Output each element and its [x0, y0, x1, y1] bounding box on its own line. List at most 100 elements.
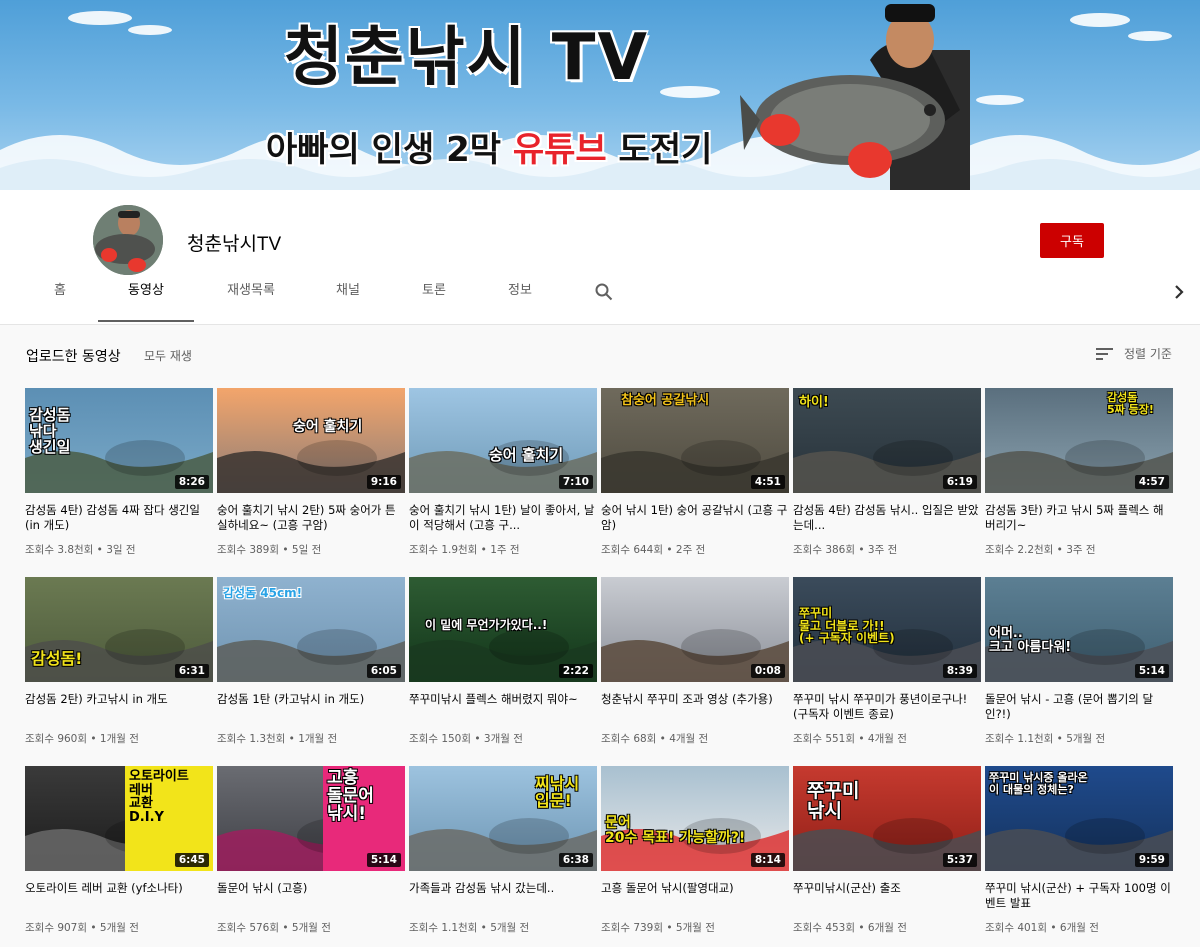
thumbnail-text: 감성돔 낚다 생긴일 [29, 406, 71, 456]
video-title[interactable]: 쭈꾸미 낚시 쭈꾸미가 풍년이로구나! (구독자 이벤트 종료) [793, 692, 981, 722]
video-duration: 5:37 [942, 853, 977, 867]
video-title[interactable]: 돌문어 낚시 - 고흥 (문어 뽑기의 달인?!) [985, 692, 1173, 722]
video-duration: 9:16 [366, 475, 401, 489]
video-duration: 6:45 [174, 853, 209, 867]
video-meta: 조회수 68회 • 4개월 전 [601, 733, 709, 745]
video-meta: 조회수 386회 • 3주 전 [793, 544, 898, 556]
video-card[interactable]: 하이! 6:19 감성돔 4탄) 감성돔 낚시.. 입질은 받았는데... 조회수 3… [793, 388, 981, 557]
video-title[interactable]: 쭈꾸미낚시(군산) 출조 [793, 881, 981, 911]
tab-playlists[interactable]: 재생목록 [212, 280, 290, 322]
video-card[interactable]: 숭어 훌치기 7:10 숭어 훌치기 낚시 1탄) 날이 좋아서, 날이 적당해서 … [409, 388, 597, 557]
video-thumbnail[interactable]: 문어 20수 목표! 가능할까?! 8:14 [601, 766, 789, 871]
video-title[interactable]: 감성돔 4탄) 감성돔 4짜 잡다 생긴일 (in 개도) [25, 503, 213, 533]
video-thumbnail[interactable]: 숭어 훌치기 9:16 [217, 388, 405, 493]
video-duration: 8:14 [750, 853, 785, 867]
video-duration: 5:14 [366, 853, 401, 867]
video-title[interactable]: 쭈꾸미 낚시(군산) + 구독자 100명 이벤트 발표 [985, 881, 1173, 911]
chevron-right-icon[interactable] [1172, 283, 1186, 301]
video-thumbnail[interactable]: 고흥 돌문어 낚시! 5:14 [217, 766, 405, 871]
thumbnail-text: 쭈꾸미 물고 더블로 가!! (+ 구독자 이벤트) [799, 606, 895, 646]
video-title[interactable]: 쭈꾸미낚시 플렉스 해버렸지 뭐야~ [409, 692, 597, 722]
channel-avatar[interactable] [93, 205, 163, 275]
video-card[interactable]: 감성돔! 6:31 감성돔 2탄) 카고낚시 in 개도조회수 960회 • 1개월… [25, 577, 213, 746]
tab-videos[interactable]: 동영상 [98, 280, 194, 322]
video-meta: 조회수 960회 • 1개월 전 [25, 733, 139, 745]
video-card[interactable]: 찌낚시 입문! 6:38 가족들과 감성돔 낚시 갔는데.. 조회수 1.1천회 • … [409, 766, 597, 935]
sort-button[interactable]: 정렬 기준 [1096, 345, 1172, 362]
video-card[interactable]: 참숭어 공갈낚시 4:51 숭어 낚시 1탄) 숭어 공갈낚시 (고흥 구암) 조회수… [601, 388, 789, 557]
video-thumbnail[interactable]: 오토라이트 레버 교환 D.I.Y 6:45 [25, 766, 213, 871]
thumbnail-text: 찌낚시 입문! [535, 774, 580, 810]
video-duration: 4:57 [1134, 475, 1169, 489]
video-duration: 6:38 [558, 853, 593, 867]
video-meta: 조회수 576회 • 5개월 전 [217, 922, 331, 934]
video-thumbnail[interactable]: 감성돔 45cm! 6:05 [217, 577, 405, 682]
video-title[interactable]: 오토라이트 레버 교환 (yf소나타) [25, 881, 213, 911]
video-meta: 조회수 739회 • 5개월 전 [601, 922, 715, 934]
video-thumbnail[interactable]: 하이! 6:19 [793, 388, 981, 493]
thumbnail-text: 감성돔 5짜 등장! [1107, 391, 1154, 416]
thumbnail-text: 감성돔! [31, 649, 83, 668]
video-card[interactable]: 오토라이트 레버 교환 D.I.Y 6:45 오토라이트 레버 교환 (yf소나타)… [25, 766, 213, 935]
video-duration: 6:31 [174, 664, 209, 678]
video-title[interactable]: 청춘낚시 쭈꾸미 조과 영상 (추가용) [601, 692, 789, 722]
subscribe-button[interactable]: 구독 [1040, 223, 1104, 258]
video-meta: 조회수 389회 • 5일 전 [217, 544, 322, 556]
thumbnail-text: 고흥 돌문어 낚시! [327, 768, 374, 824]
video-card[interactable]: 감성돔 낚다 생긴일 8:26 감성돔 4탄) 감성돔 4짜 잡다 생긴일 (in … [25, 388, 213, 557]
video-title[interactable]: 숭어 훌치기 낚시 1탄) 날이 좋아서, 날이 적당해서 (고흥 구... [409, 503, 597, 533]
video-thumbnail[interactable]: 쭈꾸미 물고 더블로 가!! (+ 구독자 이벤트) 8:39 [793, 577, 981, 682]
video-card[interactable]: 어머.. 크고 아름다워! 5:14 돌문어 낚시 - 고흥 (문어 뽑기의 달인?… [985, 577, 1173, 746]
video-thumbnail[interactable]: 숭어 훌치기 7:10 [409, 388, 597, 493]
thumbnail-text: 쭈꾸미 낚시중 올라온 이 대물의 정체는? [989, 771, 1088, 796]
tab-about[interactable]: 정보 [494, 280, 546, 322]
play-all-link[interactable]: 모두 재생 [144, 347, 192, 364]
video-thumbnail[interactable]: 0:08 [601, 577, 789, 682]
channel-tabs: 홈 동영상 재생목록 채널 토론 정보 [0, 280, 1200, 324]
video-duration: 7:10 [558, 475, 593, 489]
video-thumbnail[interactable]: 쭈꾸미 낚시 5:37 [793, 766, 981, 871]
video-card[interactable]: 감성돔 5짜 등장! 4:57 감성돔 3탄) 카고 낚시 5짜 플렉스 해버리기~… [985, 388, 1173, 557]
video-duration: 8:39 [942, 664, 977, 678]
video-thumbnail[interactable]: 감성돔! 6:31 [25, 577, 213, 682]
video-duration: 8:26 [174, 475, 209, 489]
video-title[interactable]: 가족들과 감성돔 낚시 갔는데.. [409, 881, 597, 911]
video-card[interactable]: 감성돔 45cm! 6:05 감성돔 1탄 (카고낚시 in 개도) 조회수 1.3천… [217, 577, 405, 746]
video-card[interactable]: 0:08 청춘낚시 쭈꾸미 조과 영상 (추가용) 조회수 68회 • 4개월 전 [601, 577, 789, 746]
video-thumbnail[interactable]: 감성돔 5짜 등장! 4:57 [985, 388, 1173, 493]
video-title[interactable]: 숭어 훌치기 낚시 2탄) 5짜 숭어가 튼실하네요~ (고흥 구암) [217, 503, 405, 533]
video-meta: 조회수 2.2천회 • 3주 전 [985, 544, 1096, 556]
video-thumbnail[interactable]: 참숭어 공갈낚시 4:51 [601, 388, 789, 493]
video-thumbnail[interactable]: 이 밑에 무언가가있다..! 2:22 [409, 577, 597, 682]
video-thumbnail[interactable]: 찌낚시 입문! 6:38 [409, 766, 597, 871]
video-card[interactable]: 문어 20수 목표! 가능할까?! 8:14 고흥 돌문어 낚시(팔영대교) 조회수 … [601, 766, 789, 935]
video-thumbnail[interactable]: 감성돔 낚다 생긴일 8:26 [25, 388, 213, 493]
tab-discussion[interactable]: 토론 [408, 280, 460, 322]
video-thumbnail[interactable]: 어머.. 크고 아름다워! 5:14 [985, 577, 1173, 682]
video-meta: 조회수 1.1천회 • 5개월 전 [985, 733, 1106, 745]
video-card[interactable]: 고흥 돌문어 낚시! 5:14 돌문어 낚시 (고흥) 조회수 576회 • 5개월 … [217, 766, 405, 935]
thumbnail-text: 쭈꾸미 낚시 [807, 780, 860, 822]
video-duration: 4:51 [750, 475, 785, 489]
video-title[interactable]: 돌문어 낚시 (고흥) [217, 881, 405, 911]
video-title[interactable]: 숭어 낚시 1탄) 숭어 공갈낚시 (고흥 구암) [601, 503, 789, 533]
video-title[interactable]: 감성돔 3탄) 카고 낚시 5짜 플렉스 해버리기~ [985, 503, 1173, 533]
video-thumbnail[interactable]: 쭈꾸미 낚시중 올라온 이 대물의 정체는? 9:59 [985, 766, 1173, 871]
video-title[interactable]: 감성돔 2탄) 카고낚시 in 개도 [25, 692, 213, 722]
tab-home[interactable]: 홈 [40, 280, 80, 322]
banner-angler-with-fish-image [740, 4, 970, 190]
banner-subtitle-highlight: 유튜브 [512, 130, 607, 170]
tab-channels[interactable]: 채널 [322, 280, 374, 322]
video-title[interactable]: 감성돔 4탄) 감성돔 낚시.. 입질은 받았는데... [793, 503, 981, 533]
video-card[interactable]: 이 밑에 무언가가있다..! 2:22 쭈꾸미낚시 플렉스 해버렸지 뭐야~ 조회수 … [409, 577, 597, 746]
video-card[interactable]: 쭈꾸미 물고 더블로 가!! (+ 구독자 이벤트) 8:39 쭈꾸미 낚시 쭈꾸미… [793, 577, 981, 746]
banner-subtitle: 아빠의 인생 2막 유튜브 도전기 [266, 122, 712, 171]
video-card[interactable]: 쭈꾸미 낚시 5:37 쭈꾸미낚시(군산) 출조 조회수 453회 • 6개월 전 [793, 766, 981, 935]
video-meta: 조회수 1.1천회 • 5개월 전 [409, 922, 530, 934]
video-title[interactable]: 감성돔 1탄 (카고낚시 in 개도) [217, 692, 405, 722]
search-icon[interactable] [595, 283, 613, 301]
video-card[interactable]: 숭어 훌치기 9:16 숭어 훌치기 낚시 2탄) 5짜 숭어가 튼실하네요~ (고… [217, 388, 405, 557]
video-card[interactable]: 쭈꾸미 낚시중 올라온 이 대물의 정체는? 9:59 쭈꾸미 낚시(군산) + 구… [985, 766, 1173, 935]
video-title[interactable]: 고흥 돌문어 낚시(팔영대교) [601, 881, 789, 911]
thumbnail-text: 이 밑에 무언가가있다..! [425, 618, 548, 632]
